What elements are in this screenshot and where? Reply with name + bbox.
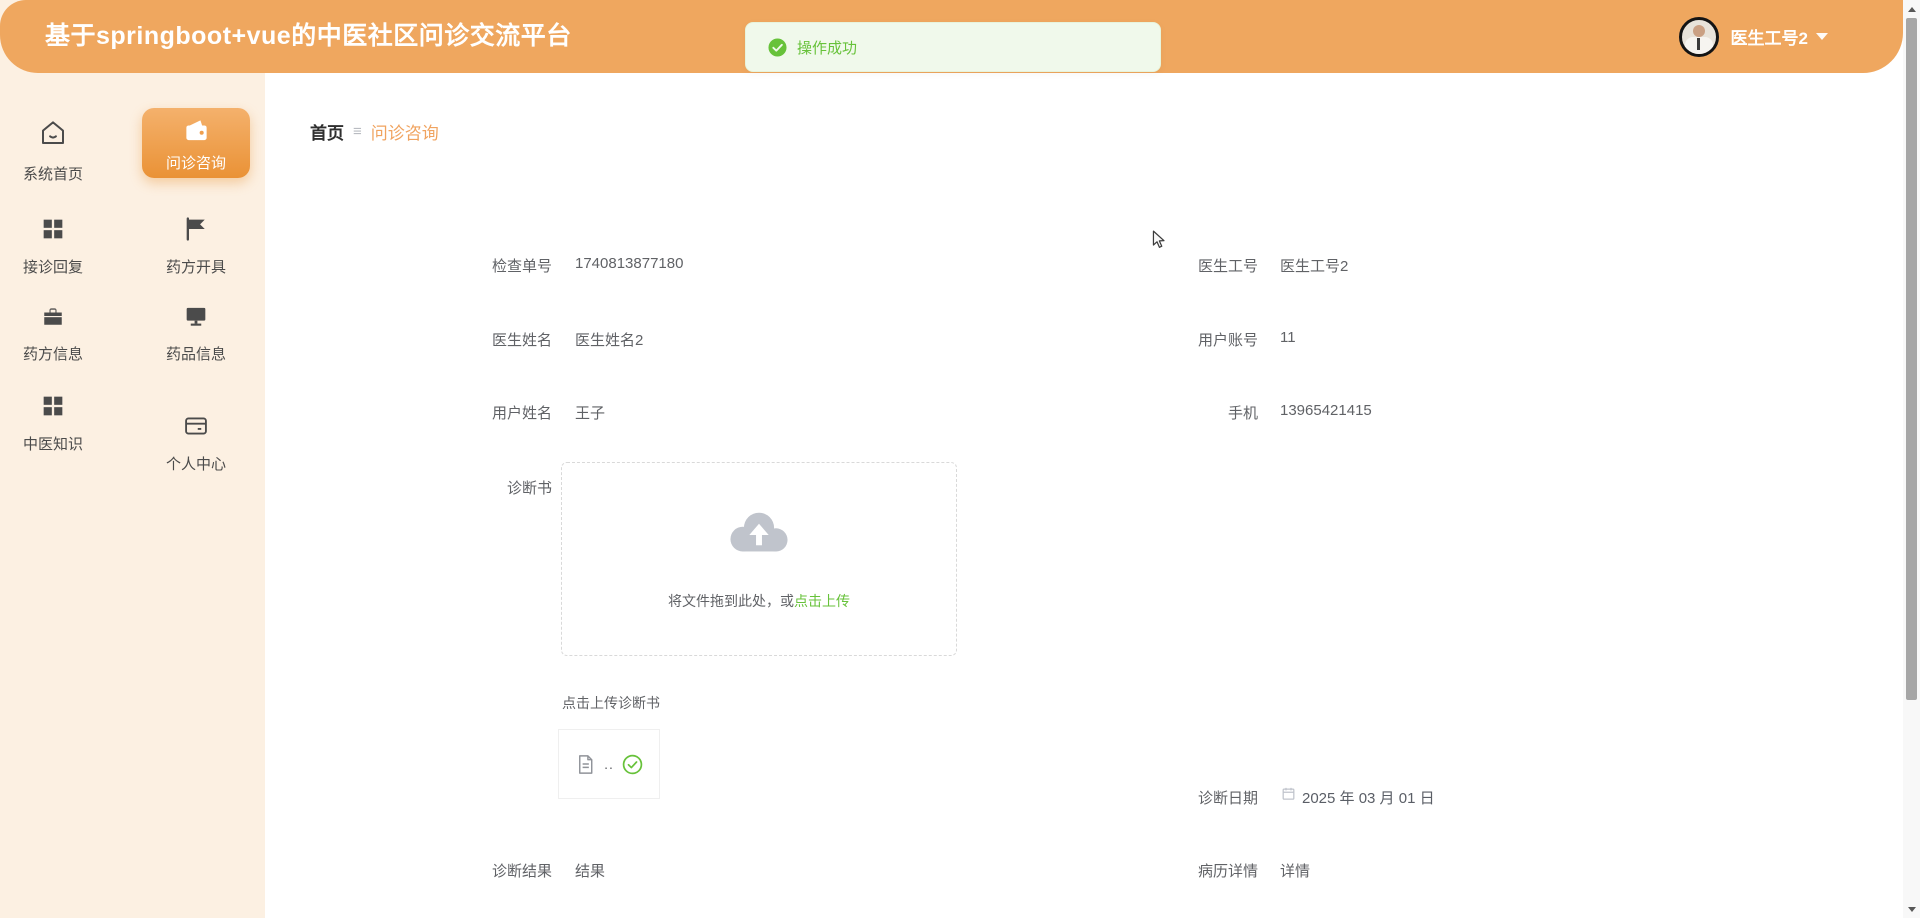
sidebar-item-reply[interactable]: 接诊回复 [7, 215, 99, 277]
sidebar-item-profile[interactable]: 个人中心 [150, 412, 242, 474]
sidebar-item-label: 接诊回复 [7, 256, 99, 277]
sidebar-item-prescribe[interactable]: 药方开具 [150, 215, 242, 277]
sidebar-item-label: 个人中心 [150, 453, 242, 474]
field-label-check-no: 检查单号 [402, 255, 552, 276]
field-value-phone: 13965421415 [1280, 402, 1372, 419]
sidebar-item-label: 药方信息 [7, 343, 99, 364]
field-value-doctor-id: 医生工号2 [1280, 255, 1348, 276]
field-label-diagnosis-result: 诊断结果 [402, 860, 552, 881]
field-label-phone: 手机 [1108, 402, 1258, 423]
uploaded-file-item[interactable]: .. [558, 729, 660, 799]
sidebar-item-drug-info[interactable]: 药品信息 [150, 302, 242, 364]
scroll-up-icon [1908, 7, 1916, 12]
breadcrumb-separator-icon: ≡ [353, 123, 362, 140]
file-name: .. [604, 756, 614, 772]
sidebar-item-label: 系统首页 [7, 163, 99, 184]
scrollbar-thumb[interactable] [1906, 18, 1917, 700]
sidebar-item-label: 中医知识 [7, 433, 99, 454]
field-label-doctor-name: 医生姓名 [402, 329, 552, 350]
breadcrumb-home[interactable]: 首页 [310, 119, 344, 144]
toast-message: 操作成功 [797, 37, 857, 58]
sidebar-item-label: 药方开具 [150, 256, 242, 277]
user-avatar[interactable] [1679, 17, 1719, 57]
field-label-doctor-id: 医生工号 [1108, 255, 1258, 276]
field-value-diagnosis-result: 结果 [575, 860, 605, 881]
field-label-diagnosis-date: 诊断日期 [1108, 787, 1258, 808]
user-name: 医生工号2 [1731, 24, 1808, 49]
breadcrumb-current: 问诊咨询 [371, 119, 439, 144]
sidebar-item-tcm-knowledge[interactable]: 中医知识 [7, 392, 99, 454]
sidebar-item-consult[interactable]: 问诊咨询 [142, 108, 250, 178]
upload-drop-text: 将文件拖到此处，或点击上传 [562, 591, 956, 611]
field-value-record-detail: 详情 [1280, 860, 1310, 881]
scroll-down-icon [1908, 907, 1916, 912]
field-value-check-no: 1740813877180 [575, 255, 683, 272]
sidebar-item-home[interactable]: 系统首页 [7, 116, 99, 184]
upload-cloud-icon [724, 505, 794, 557]
success-toast: 操作成功 [745, 22, 1161, 72]
card-icon [181, 412, 211, 440]
field-value-diagnosis-date: 2025 年 03 月 01 日 [1302, 787, 1435, 808]
grid-icon [39, 392, 67, 420]
file-success-icon [621, 753, 644, 776]
upload-dropzone[interactable]: 将文件拖到此处，或点击上传 [561, 462, 957, 656]
field-value-doctor-name: 医生姓名2 [575, 329, 643, 350]
upload-click-link[interactable]: 点击上传 [794, 593, 850, 609]
success-check-icon [768, 38, 787, 57]
chevron-down-icon [1816, 33, 1828, 40]
scrollbar-up-button[interactable] [1903, 1, 1920, 17]
breadcrumb: 首页 ≡ 问诊咨询 [310, 119, 439, 144]
wallet-icon [183, 118, 210, 143]
avatar-head [1693, 25, 1705, 37]
scrollbar-down-button[interactable] [1903, 901, 1920, 917]
field-value-user-account: 11 [1280, 329, 1296, 346]
flag-icon [182, 215, 210, 243]
monitor-icon [182, 302, 210, 330]
grid-icon [39, 215, 67, 243]
field-label-diagnosis-doc: 诊断书 [402, 477, 552, 498]
upload-tip: 点击上传诊断书 [562, 693, 660, 713]
avatar-tie [1697, 38, 1700, 50]
home-icon [37, 116, 69, 150]
field-label-record-detail: 病历详情 [1108, 860, 1258, 881]
field-value-user-name: 王子 [575, 402, 605, 423]
calendar-icon [1281, 786, 1296, 806]
sidebar-item-prescription-info[interactable]: 药方信息 [7, 302, 99, 364]
scrollbar[interactable] [1903, 0, 1920, 918]
app-title: 基于springboot+vue的中医社区问诊交流平台 [45, 0, 572, 73]
sidebar-item-label: 药品信息 [150, 343, 242, 364]
briefcase-icon [39, 302, 67, 330]
field-label-user-name: 用户姓名 [402, 402, 552, 423]
document-icon [574, 752, 597, 777]
app-page: 基于springboot+vue的中医社区问诊交流平台 医生工号2 操作成功 系… [0, 0, 1920, 918]
field-label-user-account: 用户账号 [1108, 329, 1258, 350]
user-menu[interactable]: 医生工号2 [1679, 0, 1828, 73]
sidebar-item-label: 问诊咨询 [142, 152, 250, 173]
